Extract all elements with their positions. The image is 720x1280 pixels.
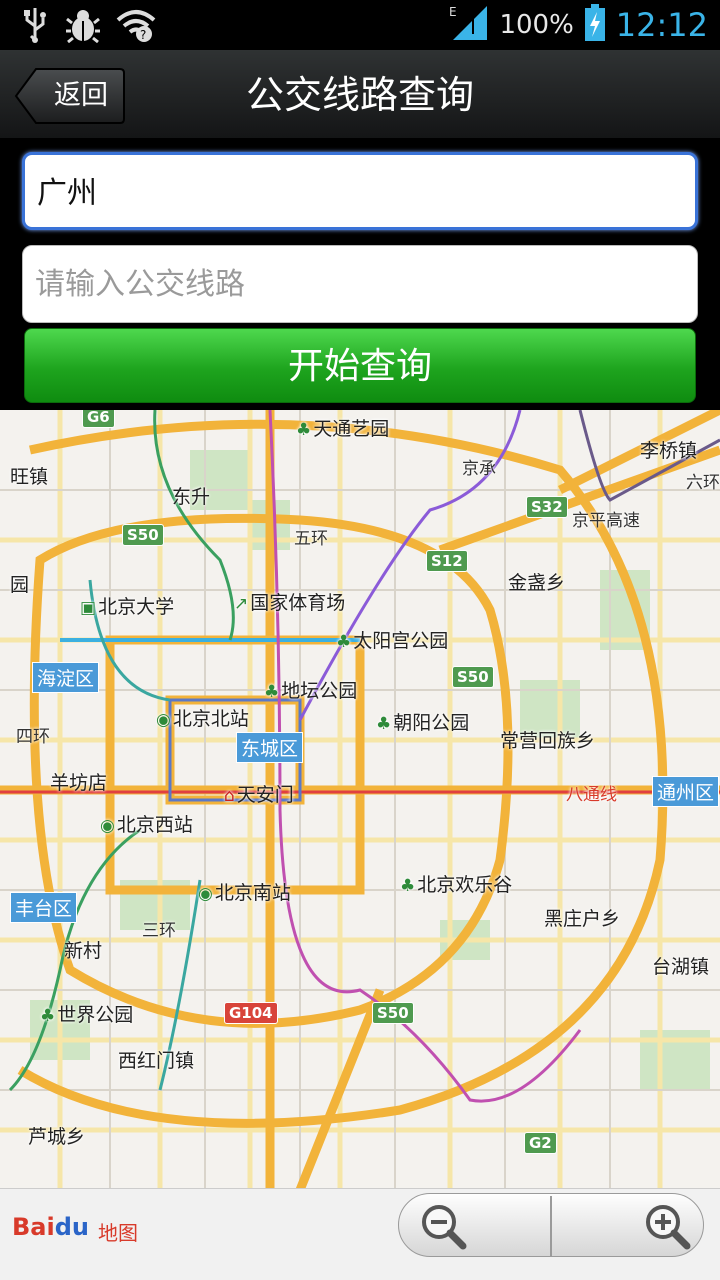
road-badge: G104 xyxy=(224,1002,278,1024)
wifi-icon: ? xyxy=(116,8,156,46)
district-label: 丰台区 xyxy=(10,892,78,923)
zoom-out-button[interactable] xyxy=(399,1194,549,1258)
map-place: 旺镇 xyxy=(10,466,49,488)
road-badge: S32 xyxy=(526,496,568,518)
map-place: 西红门镇 xyxy=(118,1050,195,1072)
road-label: 四环 xyxy=(16,727,50,747)
train-station-icon: ◉ xyxy=(198,884,213,904)
zoom-out-icon xyxy=(422,1205,467,1250)
stadium-icon: ↗ xyxy=(234,594,249,614)
baidu-logo-map-text: 地图 xyxy=(98,1221,138,1245)
train-station-icon: ◉ xyxy=(100,816,115,836)
map-place: ♣ 天通艺园 xyxy=(296,418,390,440)
road-badge: S50 xyxy=(122,524,164,546)
road-label: 京平高速 xyxy=(572,511,640,531)
road-badge: S50 xyxy=(452,666,494,688)
map-place: ⌂ 天安门 xyxy=(224,784,294,806)
app-root: ? E 100% 12:12 公交线路查询 返回 广州 请输入公交线路 开始查询… xyxy=(0,0,720,1280)
map-place: ◉ 北京西站 xyxy=(100,814,193,836)
back-button[interactable]: 返回 xyxy=(14,67,126,125)
map-place: 羊坊店 xyxy=(50,772,108,794)
route-input[interactable]: 请输入公交线路 xyxy=(22,245,698,323)
zoom-in-icon xyxy=(646,1205,691,1250)
status-right-icons: E 100% 12:12 xyxy=(449,4,708,46)
map-place: 园 xyxy=(10,574,30,596)
usb-icon xyxy=(20,6,50,48)
signal-icon: E xyxy=(449,4,489,46)
battery-charging-icon xyxy=(584,4,606,46)
district-label: 海淀区 xyxy=(32,662,100,693)
svg-text:?: ? xyxy=(140,28,146,42)
park-icon: ♣ xyxy=(336,632,352,652)
map-place: ↗ 国家体育场 xyxy=(234,592,346,614)
map-place: 芦城乡 xyxy=(28,1126,86,1148)
map-place: 东升 xyxy=(172,486,211,508)
road-badge: G6 xyxy=(82,410,115,428)
train-station-icon: ◉ xyxy=(156,710,171,730)
map-place: ♣ 地坛公园 xyxy=(264,680,358,702)
park-icon: ♣ xyxy=(400,876,416,896)
road-label: 三环 xyxy=(142,921,176,941)
search-form: 广州 请输入公交线路 开始查询 xyxy=(0,140,720,410)
district-label: 通州区 xyxy=(652,776,720,807)
park-icon: ♣ xyxy=(264,682,280,702)
map-place: ♣ 北京欢乐谷 xyxy=(400,874,513,896)
map-controls-bar: Baidu 地图 xyxy=(0,1188,720,1280)
map-place: ▣ 北京大学 xyxy=(80,596,175,618)
clock: 12:12 xyxy=(615,6,708,44)
zoom-in-button[interactable] xyxy=(553,1194,703,1258)
road-label: 八通线 xyxy=(566,785,617,805)
landmark-icon: ⌂ xyxy=(224,786,235,806)
map-place: 常营回族乡 xyxy=(500,730,596,752)
zoom-divider xyxy=(550,1196,552,1256)
baidu-map-logo: Baidu 地图 xyxy=(12,1207,142,1251)
map-place: ♣ 朝阳公园 xyxy=(376,712,470,734)
district-label: 东城区 xyxy=(236,732,304,763)
road-label: 六环 xyxy=(686,473,720,493)
map-place: 李桥镇 xyxy=(640,440,698,462)
map-view[interactable]: G6 S32 S12 S50 S50 S50 G104 G2 海淀区 东城区 通… xyxy=(0,410,720,1190)
status-left-icons: ? xyxy=(20,6,156,48)
map-place: ◉ 北京北站 xyxy=(156,708,249,730)
back-button-label: 返回 xyxy=(54,80,108,111)
park-icon: ♣ xyxy=(296,420,312,440)
road-badge: S50 xyxy=(372,1002,414,1024)
battery-percent: 100% xyxy=(499,10,574,40)
map-place: ♣ 世界公园 xyxy=(40,1004,134,1026)
status-bar: ? E 100% 12:12 xyxy=(0,0,720,50)
road-badge: G2 xyxy=(524,1132,557,1154)
search-button[interactable]: 开始查询 xyxy=(24,328,696,403)
map-place: ◉ 北京南站 xyxy=(198,882,291,904)
map-place: 新村 xyxy=(64,940,103,962)
park-icon: ♣ xyxy=(376,714,392,734)
city-input[interactable]: 广州 xyxy=(22,152,698,230)
road-badge: S12 xyxy=(426,550,468,572)
map-place: 金盏乡 xyxy=(508,572,566,594)
road-label: 京承 xyxy=(462,459,496,479)
title-bar: 公交线路查询 返回 xyxy=(0,50,720,140)
network-type: E xyxy=(449,5,457,19)
map-place: 黑庄户乡 xyxy=(544,908,621,930)
school-icon: ▣ xyxy=(80,598,97,618)
debug-icon xyxy=(66,7,100,47)
road-label: 五环 xyxy=(294,529,328,549)
map-place: ♣ 太阳宫公园 xyxy=(336,630,449,652)
park-icon: ♣ xyxy=(40,1006,56,1026)
zoom-controls xyxy=(398,1193,704,1257)
baidu-logo-text: Baidu xyxy=(12,1213,89,1241)
map-place: 台湖镇 xyxy=(652,956,710,978)
